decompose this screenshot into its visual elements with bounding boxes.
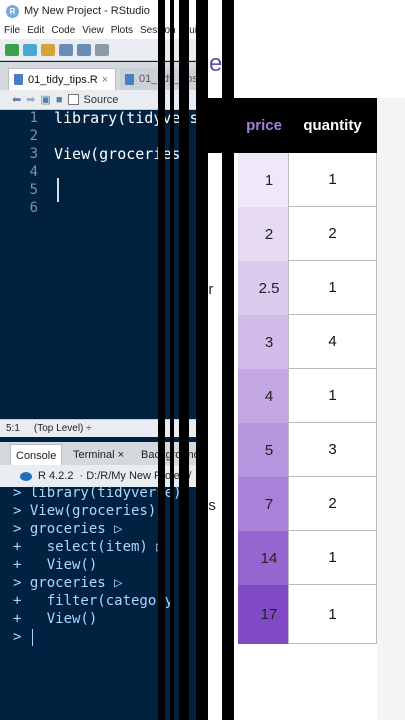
cell-quantity[interactable]: 1 <box>288 261 377 315</box>
cell-price[interactable]: 2 <box>250 207 288 261</box>
main-toolbar <box>0 39 197 61</box>
console-line: > View(groceries) <box>13 503 157 519</box>
back-arrow-icon[interactable]: ⬅ <box>12 93 21 106</box>
console-line: + View() <box>13 611 98 627</box>
column-header-price[interactable]: price <box>240 98 288 153</box>
console-line: > library(tidyverse) <box>13 485 182 501</box>
print-icon[interactable] <box>95 43 109 56</box>
cell-quantity[interactable]: 4 <box>288 315 377 369</box>
menu-code[interactable]: Code <box>51 25 75 36</box>
code-editor[interactable]: 1 2 3 4 5 6 library(tidyverse) View(groc… <box>0 109 197 419</box>
close-tab-icon[interactable]: × <box>102 74 108 86</box>
code-line: View(groceries) <box>54 145 190 163</box>
new-file-icon[interactable] <box>5 43 19 56</box>
editor-tabstrip: 01_tidy_tips.R × 01_tidy_tips <box>0 62 197 90</box>
cell-fragment: er <box>200 281 214 298</box>
console-line: + filter(category <box>13 593 174 609</box>
cell-price[interactable]: 7 <box>250 477 288 531</box>
r-file-icon <box>125 73 134 85</box>
viewer-background <box>377 98 405 720</box>
menu-plots[interactable]: Plots <box>111 25 133 36</box>
cursor-position: 5:1 <box>6 423 20 434</box>
working-directory[interactable]: · D:/R/My New Project/ <box>79 470 191 482</box>
r-version: R 4.2.2 <box>38 470 74 482</box>
column-header-quantity[interactable]: quantity <box>288 98 377 153</box>
menu-session[interactable]: Session <box>140 25 176 36</box>
cell-price[interactable]: 5 <box>250 423 288 477</box>
title-bar: R My New Project - RStudio <box>0 0 197 22</box>
console-line: + View() <box>13 557 98 573</box>
cell-quantity[interactable]: 1 <box>288 585 377 644</box>
tab-label: 01_tidy_tips.R <box>28 73 98 86</box>
source-toolbar: ⬅ ➡ ▣ ■ Source <box>0 90 197 110</box>
open-file-icon[interactable] <box>41 43 55 56</box>
window-title: My New Project - RStudio <box>24 5 150 17</box>
cell-fragment: r <box>200 389 205 406</box>
tab-01-tidy-tips-2[interactable]: 01_tidy_tips <box>120 68 197 90</box>
tab-background-jobs[interactable]: Background <box>136 444 197 465</box>
console-output[interactable]: > library(tidyverse) > View(groceries) >… <box>0 485 197 720</box>
r-file-icon <box>14 74 23 85</box>
cell-price[interactable]: 3 <box>250 315 288 369</box>
line-number: 2 <box>29 128 38 144</box>
editor-statusbar: 5:1 (Top Level) ÷ <box>0 419 197 437</box>
save-all-icon[interactable] <box>77 43 91 56</box>
menu-edit[interactable]: Edit <box>27 25 44 36</box>
forward-arrow-icon[interactable]: ➡ <box>26 93 35 106</box>
rstudio-icon: R <box>6 4 19 18</box>
tab-terminal[interactable]: Terminal × <box>68 444 129 465</box>
cell-price[interactable]: 17 <box>250 585 288 644</box>
tab-01-tidy-tips[interactable]: 01_tidy_tips.R × <box>8 68 116 90</box>
tab-label: 01_tidy_tips <box>139 73 197 85</box>
prompt-cursor <box>32 629 33 646</box>
console-line: > groceries ▷ <box>13 521 123 537</box>
line-number: 4 <box>29 164 38 180</box>
tab-console[interactable]: Console <box>10 444 63 466</box>
cell-quantity[interactable]: 2 <box>288 477 377 531</box>
text-cursor <box>57 178 69 202</box>
menu-build[interactable]: Build <box>183 25 197 36</box>
line-number: 1 <box>29 110 38 126</box>
r-logo-icon <box>20 471 32 481</box>
show-in-window-icon[interactable]: ▣ <box>40 93 50 106</box>
save-icon[interactable]: ■ <box>56 94 63 106</box>
scope-selector[interactable]: (Top Level) ÷ <box>34 423 92 434</box>
line-number: 3 <box>29 146 38 162</box>
console-path-bar: R 4.2.2 · D:/R/My New Project/ <box>0 465 197 487</box>
save-icon[interactable] <box>59 43 73 56</box>
menu-view[interactable]: View <box>82 25 104 36</box>
menu-file[interactable]: File <box>4 25 20 36</box>
cell-price[interactable]: 1 <box>250 153 288 207</box>
console-line: + select(item) ▷ <box>13 539 165 555</box>
cell-quantity[interactable]: 1 <box>288 369 377 423</box>
cell-fragment: gs <box>200 497 216 514</box>
console-line: > groceries ▷ <box>13 575 123 591</box>
line-gutter: 1 2 3 4 5 6 <box>0 110 44 419</box>
rstudio-window: R My New Project - RStudio File Edit Cod… <box>0 0 197 720</box>
cell-quantity[interactable]: 1 <box>288 153 377 207</box>
cell-quantity[interactable]: 3 <box>288 423 377 477</box>
source-on-save-label: Source <box>83 93 119 106</box>
code-line: library(tidyverse) <box>54 109 197 127</box>
console-tabstrip: Console Terminal × Background <box>0 442 197 466</box>
cell-price[interactable]: 2.5 <box>250 261 288 315</box>
line-number: 5 <box>29 182 38 198</box>
line-number: 6 <box>29 200 38 216</box>
cell-quantity[interactable]: 1 <box>288 531 377 585</box>
cell-price[interactable]: 4 <box>250 369 288 423</box>
console-prompt: > <box>13 629 22 645</box>
menu-bar: File Edit Code View Plots Session Build <box>0 22 197 39</box>
cell-quantity[interactable]: 2 <box>288 207 377 261</box>
viewer-title-fragment: ce) <box>197 50 231 77</box>
cell-price[interactable]: 14 <box>250 531 288 585</box>
source-on-save-checkbox[interactable] <box>67 94 79 105</box>
new-project-icon[interactable] <box>23 43 37 56</box>
